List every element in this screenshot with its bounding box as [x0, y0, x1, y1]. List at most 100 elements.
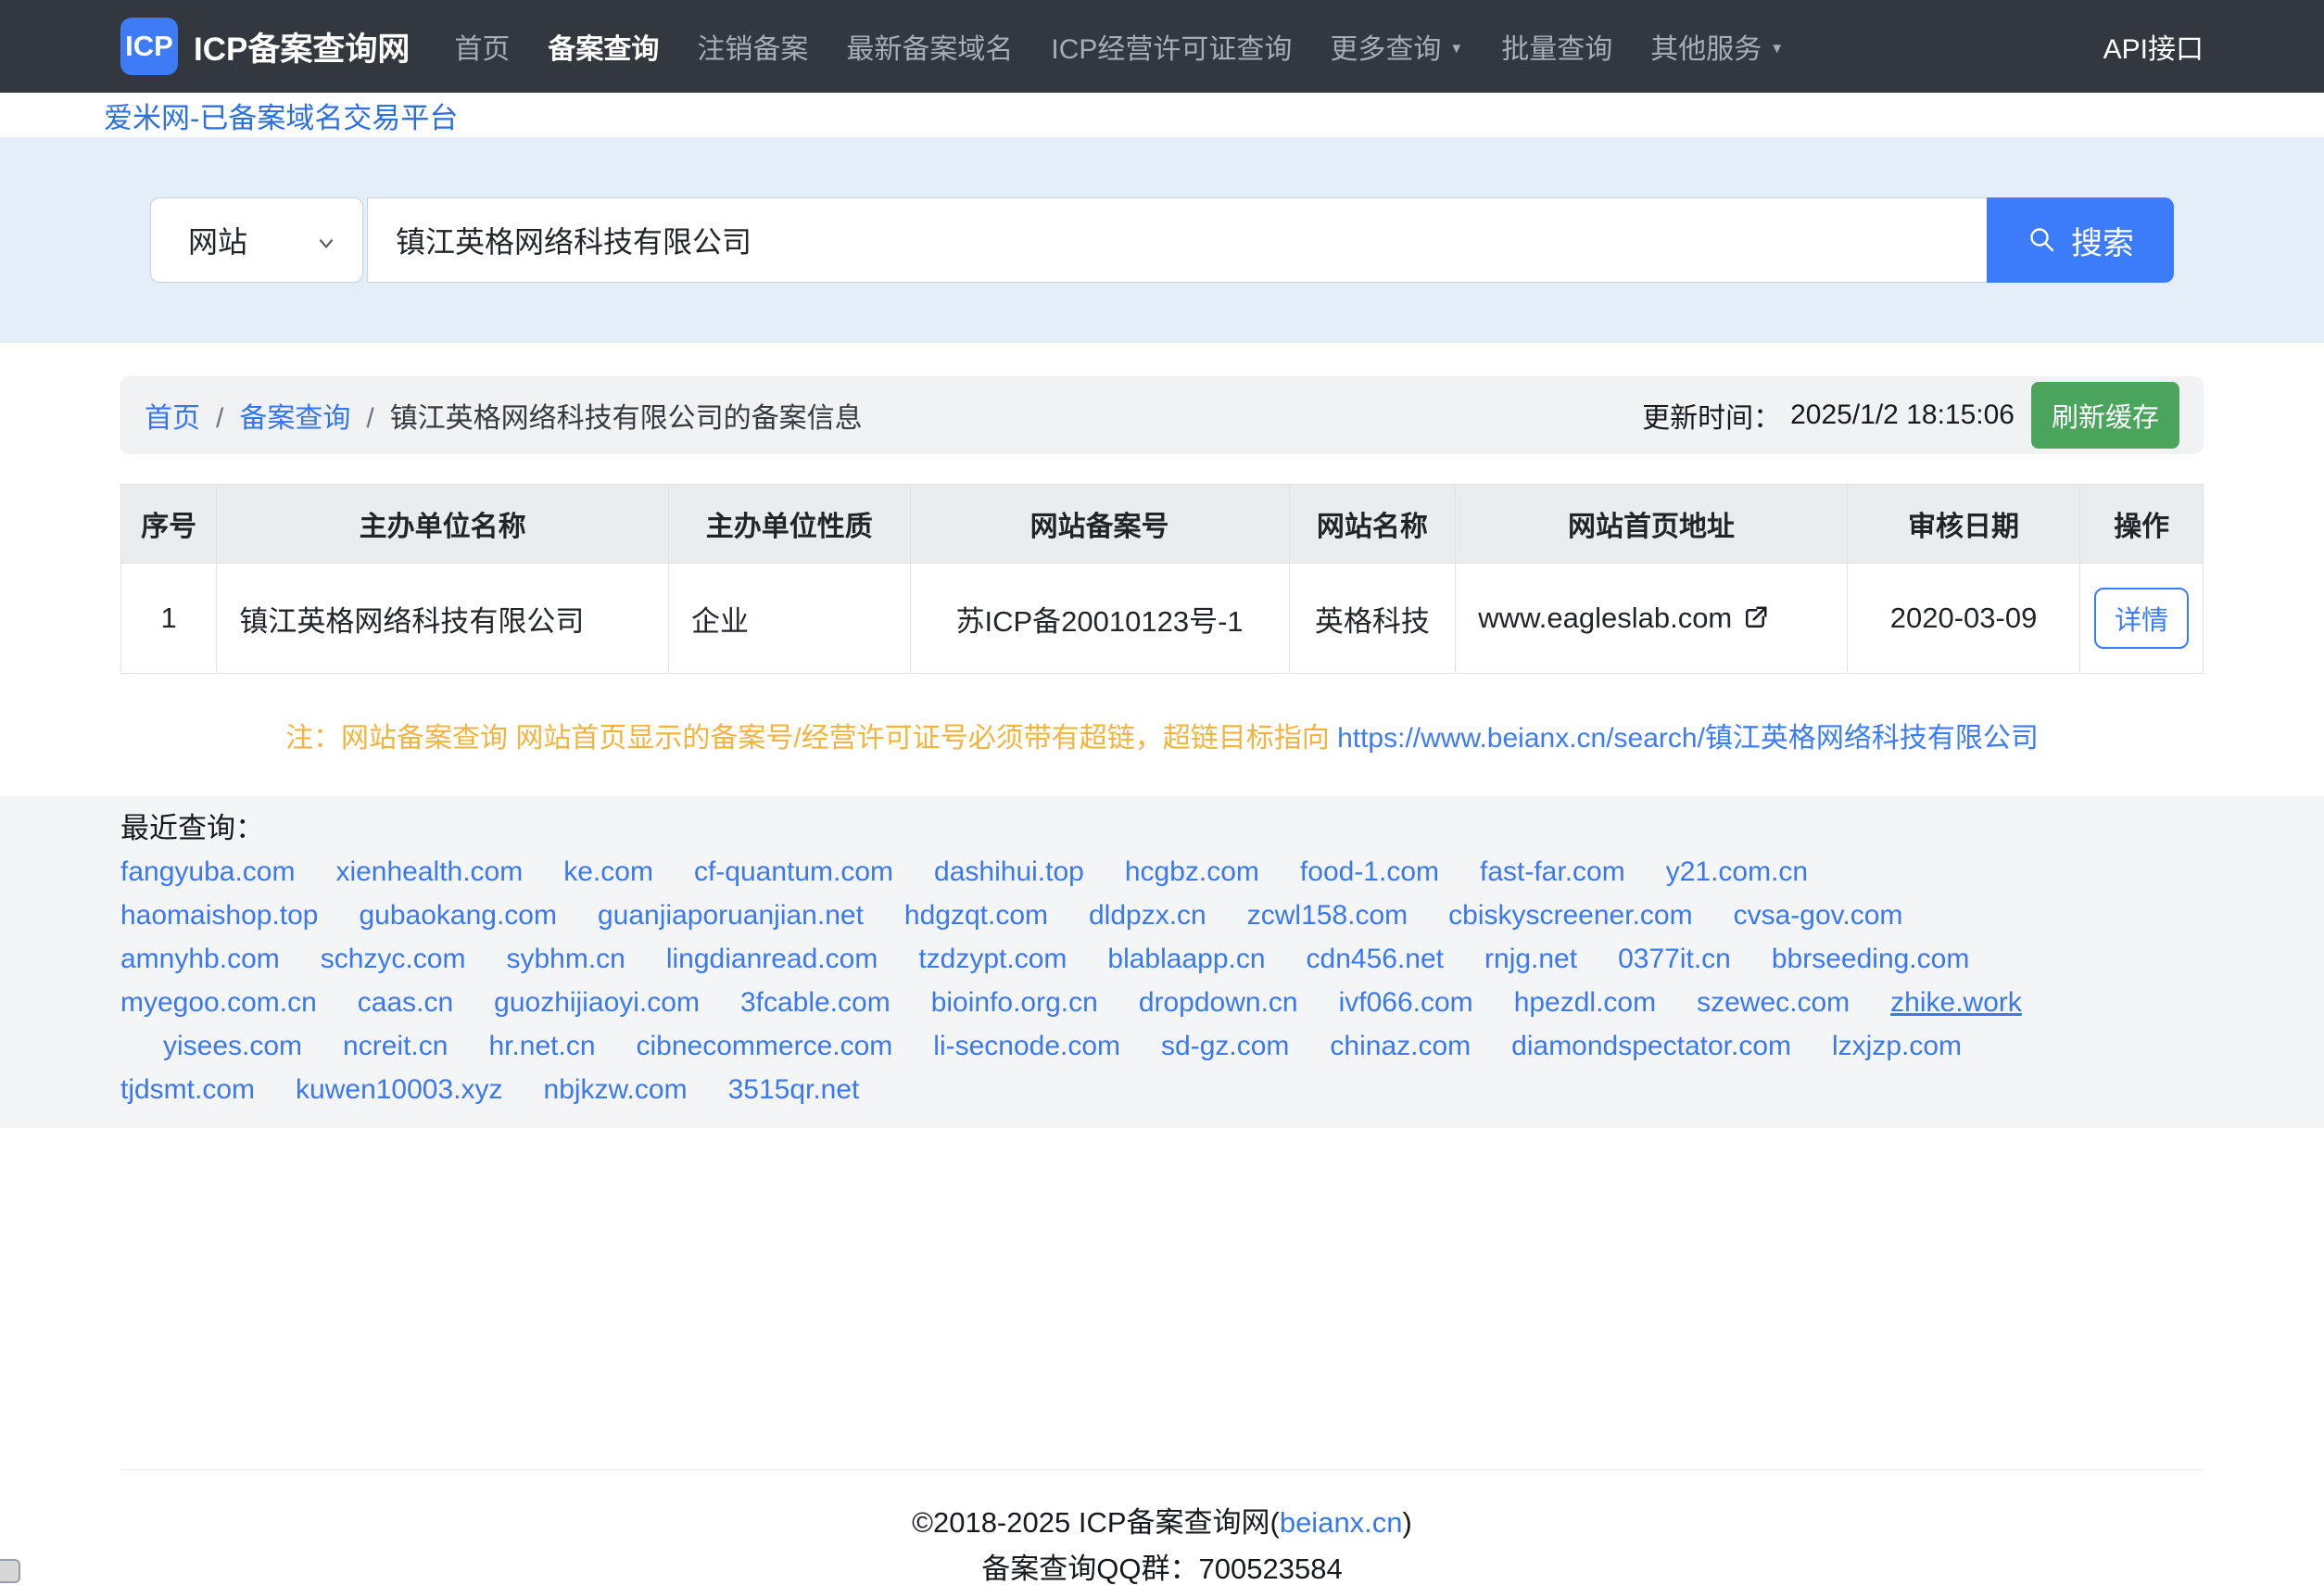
recent-query-link[interactable]: zhike.work — [1890, 987, 2022, 1018]
recent-query-link[interactable]: dropdown.cn — [1139, 987, 1298, 1018]
search-icon — [2027, 224, 2058, 256]
nav-item[interactable]: 最新备案域名 — [846, 26, 1013, 67]
recent-query-link[interactable]: yisees.com — [163, 1031, 302, 1061]
recent-query-link[interactable]: xienhealth.com — [335, 856, 523, 887]
recent-query-link[interactable]: 3fcable.com — [740, 987, 890, 1018]
homepage-url: www.eagleslab.com — [1478, 602, 1732, 635]
nav-item[interactable]: 更多查询 ▼ — [1330, 26, 1463, 67]
breadcrumb-separator: / — [216, 403, 223, 434]
recent-query-link[interactable]: bbrseeding.com — [1772, 944, 1969, 974]
recent-query-link[interactable]: tzdzypt.com — [918, 944, 1067, 974]
breadcrumb: 首页/备案查询/镇江英格网络科技有限公司的备案信息 — [145, 395, 863, 436]
breadcrumb-link[interactable]: 首页 — [145, 403, 200, 434]
note-link[interactable]: https://www.beianx.cn/search/镇江英格网络科技有限公… — [1337, 723, 2039, 754]
footer: ©2018-2025 ICP备案查询网(beianx.cn) 备案查询QQ群：7… — [120, 1469, 2204, 1585]
homepage-link[interactable]: www.eagleslab.com — [1478, 602, 1769, 635]
refresh-cache-button[interactable]: 刷新缓存 — [2031, 382, 2179, 449]
recent-query-link[interactable]: tjdsmt.com — [120, 1074, 255, 1105]
recent-query-link[interactable]: sd-gz.com — [1161, 1031, 1289, 1061]
recent-query-link[interactable]: guanjiaporuanjian.net — [598, 900, 864, 931]
search-button[interactable]: 搜索 — [1987, 197, 2174, 283]
recent-query-link[interactable]: food-1.com — [1300, 856, 1439, 887]
recent-query-link[interactable]: hcgbz.com — [1125, 856, 1259, 887]
recent-query-row: fangyuba.com xienhealth.com ke.com cf-quant… — [120, 850, 2204, 894]
recent-query-link[interactable]: hr.net.cn — [488, 1031, 595, 1061]
cell-icp-number: 苏ICP备20010123号-1 — [910, 564, 1289, 674]
nav-item[interactable]: 备案查询 — [548, 26, 659, 67]
recent-query-link[interactable]: blablaapp.cn — [1107, 944, 1265, 974]
recent-query-link[interactable]: haomaishop.top — [120, 900, 319, 931]
recent-query-link[interactable]: zcwl158.com — [1247, 900, 1408, 931]
recent-query-link[interactable]: dldpzx.cn — [1089, 900, 1206, 931]
recent-query-link[interactable]: ncreit.cn — [343, 1031, 448, 1061]
chevron-down-icon: ▼ — [1770, 41, 1784, 57]
recent-query-link[interactable]: fangyuba.com — [120, 856, 295, 887]
nav-item[interactable]: 其他服务▼ — [1650, 26, 1784, 67]
cell-site-name: 英格科技 — [1289, 564, 1456, 674]
recent-query-link[interactable]: y21.com.cn — [1666, 856, 1808, 887]
recent-query-link[interactable]: ke.com — [563, 856, 653, 887]
table-header-cell: 主办单位性质 — [668, 485, 910, 564]
recent-query-link[interactable]: cf-quantum.com — [694, 856, 893, 887]
search-type-select[interactable]: 网站 — [150, 197, 363, 283]
promo-link[interactable]: 爱米网-已备案域名交易平台 — [104, 95, 458, 136]
footer-beianx-link[interactable]: beianx.cn — [1280, 1506, 1403, 1539]
nav-item-label: 更多查询 — [1330, 26, 1441, 67]
search-button-label: 搜索 — [2071, 218, 2134, 263]
footer-copyright-suffix: ) — [1403, 1506, 1412, 1539]
recent-query-link[interactable]: ivf066.com — [1339, 987, 1473, 1018]
breadcrumb-link[interactable]: 备案查询 — [239, 403, 350, 434]
breadcrumb-separator: / — [366, 403, 373, 434]
nav-item[interactable]: 注销备案 — [697, 26, 808, 67]
recent-query-link[interactable]: chinaz.com — [1330, 1031, 1471, 1061]
recent-query-link[interactable]: szewec.com — [1697, 987, 1850, 1018]
recent-query-row: tjdsmt.com kuwen10003.xyz nbjkzw.com 3515qr… — [120, 1068, 2204, 1111]
recent-query-link[interactable]: cbiskyscreener.com — [1448, 900, 1692, 931]
nav-item[interactable]: 首页 — [454, 26, 510, 67]
recent-query-link[interactable]: gubaokang.com — [360, 900, 558, 931]
recent-query-link[interactable]: hpezdl.com — [1514, 987, 1656, 1018]
recent-query-link[interactable]: guozhijiaoyi.com — [494, 987, 700, 1018]
recent-query-link[interactable]: amnyhb.com — [120, 944, 280, 974]
recent-query-link[interactable]: cibnecommerce.com — [637, 1031, 893, 1061]
nav-item[interactable]: ICP经营许可证查询 — [1051, 26, 1292, 67]
recent-query-link[interactable]: 3515qr.net — [728, 1074, 860, 1105]
recent-query-link[interactable]: sybhm.cn — [506, 944, 625, 974]
search-type-value: 网站 — [188, 219, 247, 261]
corner-scroll-widget[interactable] — [0, 1559, 20, 1583]
footer-copyright-line: ©2018-2025 ICP备案查询网(beianx.cn) — [120, 1500, 2204, 1546]
recent-queries-section: 最近查询： fangyuba.com xienhealth.com ke.com cf… — [0, 796, 2324, 1128]
recent-query-link[interactable]: dashihui.top — [934, 856, 1084, 887]
recent-query-link[interactable]: cvsa-gov.com — [1734, 900, 1903, 931]
recent-query-link[interactable]: 0377it.cn — [1618, 944, 1731, 974]
search-input[interactable] — [367, 197, 1987, 283]
site-logo[interactable]: ICP — [120, 18, 178, 75]
nav-items: 首页备案查询注销备案最新备案域名 ICP经营许可证查询更多查询 ▼ 批量查询其他服务▼ — [454, 26, 1822, 67]
recent-query-link[interactable]: bioinfo.org.cn — [931, 987, 1098, 1018]
recent-query-link[interactable]: caas.cn — [358, 987, 453, 1018]
table-header-cell: 审核日期 — [1847, 485, 2080, 564]
recent-query-link[interactable]: myegoo.com.cn — [120, 987, 317, 1018]
recent-query-link[interactable]: nbjkzw.com — [544, 1074, 688, 1105]
recent-query-link[interactable]: lingdianread.com — [666, 944, 878, 974]
recent-query-link[interactable]: schzyc.com — [321, 944, 466, 974]
recent-query-link[interactable]: cdn456.net — [1307, 944, 1444, 974]
chevron-down-icon: ▼ — [1449, 41, 1463, 57]
detail-button[interactable]: 详情 — [2094, 588, 2189, 649]
recent-query-link[interactable]: diamondspectator.com — [1511, 1031, 1791, 1061]
table-body: 1镇江英格网络科技有限公司企业苏ICP备20010123号-1英格科技www.e… — [121, 564, 2204, 674]
cell-nature: 企业 — [668, 564, 910, 674]
recent-query-link[interactable]: kuwen10003.xyz — [296, 1074, 502, 1105]
recent-query-link[interactable]: fast-far.com — [1480, 856, 1625, 887]
nav-item-api[interactable]: API接口 — [2103, 26, 2204, 67]
search-bar: 网站 搜索 — [0, 197, 2324, 283]
table-header-cell: 网站首页地址 — [1456, 485, 1847, 564]
recent-query-link[interactable]: lzxjzp.com — [1832, 1031, 1962, 1061]
recent-query-link[interactable]: hdgzqt.com — [904, 900, 1048, 931]
recent-query-link[interactable]: rnjg.net — [1484, 944, 1577, 974]
recent-query-row: yisees.com ncreit.cn hr.net.cn cibnecommerc… — [120, 1024, 2204, 1068]
recent-queries-title: 最近查询： — [120, 807, 2204, 850]
recent-query-link[interactable]: li-secnode.com — [933, 1031, 1120, 1061]
site-brand[interactable]: ICP备案查询网 — [194, 23, 410, 70]
nav-item[interactable]: 批量查询 — [1501, 26, 1612, 67]
